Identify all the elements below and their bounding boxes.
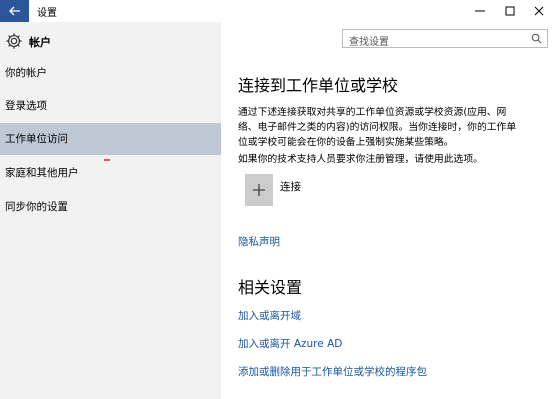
sidebar-item-sync-settings[interactable]: 同步你的设置	[0, 191, 221, 223]
sidebar-item-label: 家庭和其他用户	[5, 167, 79, 179]
sidebar-item-label: 同步你的设置	[5, 201, 68, 213]
window-title: 设置	[37, 8, 57, 19]
sidebar-item-label: 你的帐户	[5, 67, 47, 79]
close-button[interactable]	[524, 0, 554, 22]
description-line: 络、电子邮件之类的内容)的访问权限。当你连接时，你的工作单	[238, 122, 517, 133]
connect-button[interactable]	[245, 174, 273, 206]
sidebar-item-label: 工作单位访问	[5, 133, 68, 145]
sidebar-item-work-access[interactable]: 工作单位访问	[0, 123, 221, 155]
sidebar-item-your-account[interactable]: 你的帐户	[0, 57, 221, 89]
related-settings-title: 相关设置	[238, 278, 303, 297]
title-bar: 设置	[0, 0, 554, 22]
minimize-icon	[475, 10, 485, 12]
connect-label[interactable]: 连接	[280, 179, 301, 194]
decorative-mark	[104, 159, 110, 161]
description-line: 位或学校可能会在你的设备上强制实施某些策略。	[238, 137, 454, 148]
sidebar-item-family-other-users[interactable]: 家庭和其他用户	[0, 157, 221, 189]
sidebar-item-label: 登录选项	[5, 100, 47, 112]
back-button[interactable]	[0, 0, 29, 22]
sidebar-header: 帐户	[0, 30, 221, 54]
main-content: 连接到工作单位或学校 通过下述连接获取对共享的工作单位资源或学校资源(应用、网 …	[221, 22, 554, 399]
privacy-link[interactable]: 隐私声明	[238, 234, 280, 249]
page-title: 连接到工作单位或学校	[238, 76, 399, 95]
gear-icon	[6, 33, 22, 49]
maximize-button[interactable]	[495, 0, 525, 22]
provisioning-package-link[interactable]: 添加或删除用于工作单位或学校的程序包	[238, 364, 427, 379]
arrow-left-icon	[8, 6, 20, 16]
description-line: 通过下述连接获取对共享的工作单位资源或学校资源(应用、网	[238, 107, 507, 118]
maximize-icon	[505, 6, 515, 16]
sidebar: 帐户 你的帐户 登录选项 工作单位访问 家庭和其他用户 同步你的设置	[0, 22, 221, 399]
join-domain-link[interactable]: 加入或离开域	[238, 308, 301, 323]
join-azure-ad-link[interactable]: 加入或离开 Azure AD	[238, 336, 342, 351]
sidebar-item-sign-in-options[interactable]: 登录选项	[0, 90, 221, 122]
minimize-button[interactable]	[465, 0, 495, 22]
plus-icon	[253, 184, 265, 196]
note-text: 如果你的技术支持人员要求你注册管理，请使用此选项。	[238, 154, 483, 165]
close-icon	[534, 6, 544, 16]
sidebar-header-label: 帐户	[29, 36, 51, 49]
